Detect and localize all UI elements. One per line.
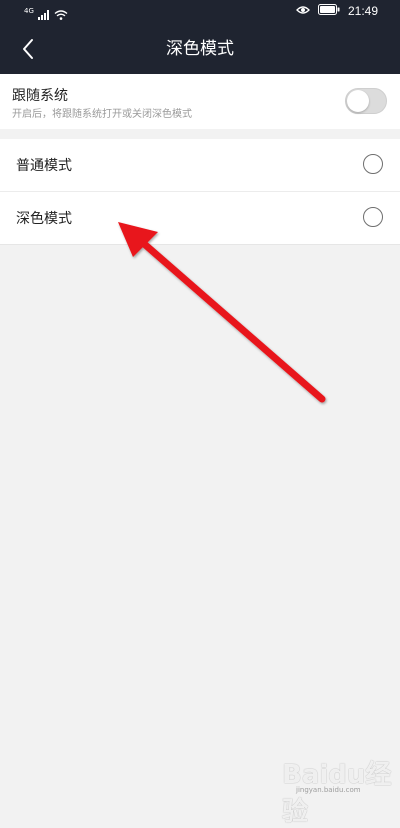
page-title: 深色模式 bbox=[166, 39, 234, 59]
toggle-knob bbox=[347, 90, 369, 112]
status-right: 21:49 bbox=[296, 4, 378, 18]
option-label: 普通模式 bbox=[16, 158, 72, 174]
clock: 21:49 bbox=[347, 4, 378, 18]
follow-system-subtitle: 开启后，将跟随系统打开或关闭深色模式 bbox=[12, 109, 192, 120]
section-divider bbox=[0, 129, 400, 139]
follow-system-row: 跟随系统 开启后，将跟随系统打开或关闭深色模式 bbox=[0, 74, 400, 129]
eye-icon bbox=[296, 4, 310, 18]
status-bar: 4G 21:49 bbox=[0, 0, 400, 25]
network-type: 4G bbox=[24, 7, 34, 15]
radio-button[interactable] bbox=[363, 154, 383, 174]
battery-icon bbox=[317, 4, 340, 18]
signal-icon bbox=[37, 5, 50, 24]
option-label: 深色模式 bbox=[16, 211, 72, 227]
status-left: 4G bbox=[24, 5, 68, 24]
nav-bar: 深色模式 bbox=[0, 25, 400, 74]
watermark-url: jingyan.baidu.com bbox=[296, 786, 361, 794]
option-dark-mode[interactable]: 深色模式 bbox=[0, 192, 400, 245]
wifi-icon bbox=[54, 5, 68, 24]
follow-system-toggle[interactable] bbox=[345, 88, 387, 114]
baidu-watermark: Baidu经验 jingyan.baidu.com bbox=[282, 754, 394, 827]
radio-button[interactable] bbox=[363, 207, 383, 227]
follow-system-title: 跟随系统 bbox=[12, 88, 68, 104]
option-normal-mode[interactable]: 普通模式 bbox=[0, 139, 400, 192]
